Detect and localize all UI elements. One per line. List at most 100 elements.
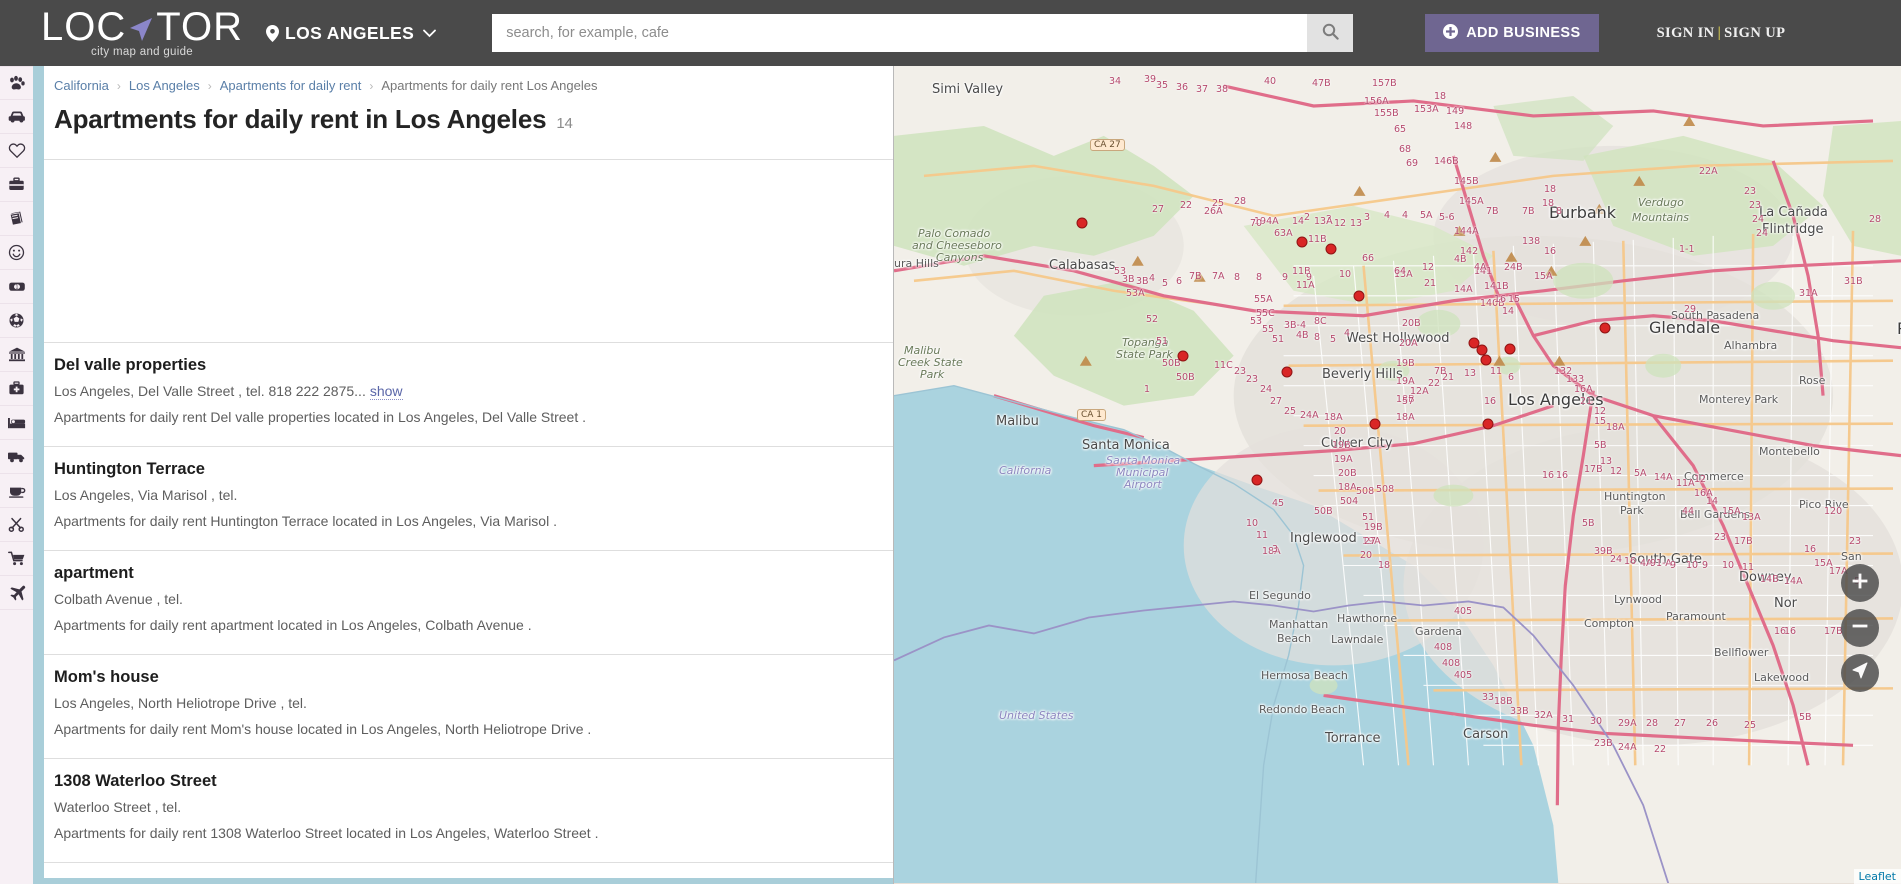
soccer-ball-icon	[8, 312, 25, 329]
coffee-cup-icon	[8, 482, 26, 499]
page-title: Apartments for daily rent in Los Angeles…	[54, 104, 893, 135]
paw-icon	[8, 75, 25, 92]
sidebar-item-soccer-ball[interactable]	[0, 304, 33, 338]
sidebar-item-airplane[interactable]	[0, 576, 33, 610]
listing-item[interactable]: Huntington Terrace Los Angeles, Via Maris…	[44, 446, 893, 550]
listing-item[interactable]: 1308 Waterloo Street Waterloo Street , te…	[44, 758, 893, 862]
map-tiles	[894, 66, 1901, 883]
breadcrumb-separator: ›	[208, 79, 212, 93]
city-selector[interactable]: LOS ANGELES	[266, 23, 436, 44]
plus-circle-icon	[1443, 24, 1458, 43]
sidebar-item-truck[interactable]	[0, 440, 33, 474]
map-marker[interactable]	[1483, 419, 1494, 430]
bank-icon	[8, 346, 26, 363]
scissors-icon	[8, 516, 25, 533]
sidebar-item-heart[interactable]	[0, 134, 33, 168]
logo-tagline: city map and guide	[91, 46, 193, 58]
listing-address: Los Angeles, North Heliotrope Drive , te…	[54, 695, 883, 713]
listing-description: Apartments for daily rent 1308 Waterloo …	[54, 825, 883, 843]
map-marker[interactable]	[1297, 237, 1308, 248]
sidebar-item-shopping-cart[interactable]	[0, 542, 33, 576]
listing-name[interactable]: 1308 Waterloo Street	[54, 772, 883, 791]
briefcase-icon	[8, 176, 25, 193]
sidebar-item-smiley[interactable]	[0, 236, 33, 270]
map-marker[interactable]	[1326, 244, 1337, 255]
sidebar-item-scissors[interactable]	[0, 508, 33, 542]
map-marker[interactable]	[1354, 291, 1365, 302]
search-bar	[492, 14, 1353, 52]
map-marker[interactable]	[1600, 323, 1611, 334]
breadcrumb-separator: ›	[117, 79, 121, 93]
auth-links[interactable]: SIGN IN|SIGN UP	[1657, 25, 1786, 42]
listing-name[interactable]: Huntington Terrace	[54, 460, 883, 479]
site-logo[interactable]: LOC TOR city map and guide	[52, 9, 232, 58]
breadcrumb-item-0[interactable]: California	[54, 78, 109, 93]
sidebar-item-money[interactable]: 1	[0, 270, 33, 304]
sidebar-item-briefcase[interactable]	[0, 168, 33, 202]
sidebar-gutter	[33, 66, 44, 884]
search-input[interactable]	[492, 14, 1307, 52]
sidebar-item-bed[interactable]	[0, 406, 33, 440]
map-pin-icon	[266, 25, 279, 42]
map-marker[interactable]	[1282, 367, 1293, 378]
airplane-icon	[8, 584, 26, 601]
sign-in-link[interactable]: SIGN IN	[1657, 25, 1715, 41]
plus-icon	[1850, 571, 1870, 596]
book-icon	[8, 210, 25, 227]
listing-name[interactable]: Del valle properties	[54, 356, 883, 375]
sidebar-item-car[interactable]	[0, 100, 33, 134]
auth-separator: |	[1718, 25, 1722, 41]
sidebar-item-book[interactable]	[0, 202, 33, 236]
top-header-bar: LOC TOR city map and guide LOS ANGELES	[0, 0, 1901, 66]
show-phone-link[interactable]: show	[370, 383, 403, 400]
heart-icon	[8, 142, 26, 159]
listing-item[interactable]: apartment Colbath Avenue , tel. Apartments…	[44, 550, 893, 654]
listing-address: Los Angeles, Del Valle Street , tel. 818…	[54, 383, 883, 401]
sidebar-item-coffee-cup[interactable]	[0, 474, 33, 508]
zoom-in-button[interactable]	[1841, 564, 1879, 602]
money-icon: 1	[8, 278, 26, 295]
listing-address: Waterloo Street , tel.	[54, 799, 883, 817]
logo-text-right: TOR	[156, 9, 243, 45]
sidebar-item-medical-kit[interactable]	[0, 372, 33, 406]
listing-item[interactable]: Del valle properties Los Angeles, Del Val…	[44, 342, 893, 446]
breadcrumb-item-2[interactable]: Apartments for daily rent	[220, 78, 362, 93]
breadcrumb: California › Los Angeles › Apartments for da…	[44, 66, 893, 93]
leaflet-attribution[interactable]: Leaflet	[1854, 869, 1901, 884]
sign-up-link[interactable]: SIGN UP	[1724, 25, 1785, 41]
medical-kit-icon	[8, 380, 25, 397]
map-panel[interactable]: Simi ValleyCalabasasBurbankGlendalePasad…	[893, 66, 1901, 884]
shopping-cart-icon	[8, 550, 26, 567]
map-marker[interactable]	[1077, 218, 1088, 229]
add-business-button[interactable]: ADD BUSINESS	[1425, 14, 1598, 52]
smiley-icon	[8, 244, 25, 261]
listing-description: Apartments for daily rent apartment loca…	[54, 617, 883, 635]
results-panel: California › Los Angeles › Apartments for da…	[44, 66, 893, 884]
map-marker[interactable]	[1370, 419, 1381, 430]
search-icon	[1322, 23, 1339, 43]
map-marker[interactable]	[1252, 475, 1263, 486]
listing-description: Apartments for daily rent Mom's house lo…	[54, 721, 883, 739]
search-button[interactable]	[1307, 14, 1353, 52]
sidebar-item-bank[interactable]	[0, 338, 33, 372]
horizontal-scrollbar[interactable]	[33, 878, 893, 884]
listing-list: Del valle properties Los Angeles, Del Val…	[44, 342, 893, 884]
listing-name[interactable]: apartment	[54, 564, 883, 583]
locate-me-button[interactable]	[1841, 654, 1879, 692]
sidebar-item-paw[interactable]	[0, 66, 33, 100]
city-selector-label: LOS ANGELES	[285, 23, 414, 44]
map-marker[interactable]	[1178, 351, 1189, 362]
svg-text:1: 1	[15, 284, 18, 290]
listing-address: Colbath Avenue , tel.	[54, 591, 883, 609]
zoom-out-button[interactable]	[1841, 609, 1879, 647]
chevron-down-icon	[423, 29, 436, 38]
listing-item[interactable]: Mom's house Los Angeles, North Heliotrope…	[44, 654, 893, 758]
breadcrumb-item-1[interactable]: Los Angeles	[129, 78, 200, 93]
map-marker[interactable]	[1505, 344, 1516, 355]
logo-wordmark: LOC TOR	[41, 9, 243, 45]
listing-name[interactable]: Mom's house	[54, 668, 883, 687]
category-sidebar: 1	[0, 66, 33, 884]
listing-address: Los Angeles, Via Marisol , tel.	[54, 487, 883, 505]
map-marker[interactable]	[1481, 355, 1492, 366]
add-business-label: ADD BUSINESS	[1466, 25, 1580, 41]
